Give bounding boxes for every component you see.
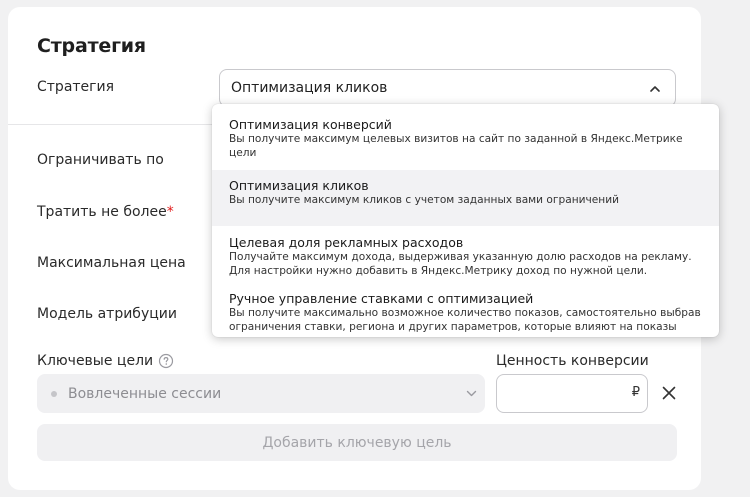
strategy-label: Стратегия xyxy=(37,79,115,95)
strategy-option-conversions[interactable]: Оптимизация конверсий Вы получите максим… xyxy=(212,117,719,167)
conversion-value-label: Ценность конверсии xyxy=(496,353,649,369)
option-desc: Вы получите максимум кликов с учетом зад… xyxy=(229,194,619,206)
conversion-value-input[interactable]: ₽ xyxy=(496,374,648,413)
spend-max-label: Тратить не более* xyxy=(37,204,174,220)
goal-dot-icon xyxy=(51,390,57,397)
option-title: Целевая доля рекламных расходов xyxy=(229,235,464,250)
key-goal-value: Вовлеченные сессии xyxy=(68,385,222,402)
chevron-down-icon xyxy=(466,390,477,397)
strategy-dropdown: Оптимизация конверсий Вы получите максим… xyxy=(212,104,719,337)
max-price-label: Максимальная цена xyxy=(37,255,186,271)
option-desc: Вы получите максимально возможное количе… xyxy=(229,307,701,333)
strategy-option-target-share[interactable]: Целевая доля рекламных расходов Получайт… xyxy=(212,235,719,285)
key-goals-label: Ключевые цели xyxy=(37,353,174,369)
add-key-goal-button[interactable]: Добавить ключевую цель xyxy=(37,424,677,461)
currency-sign: ₽ xyxy=(631,385,640,400)
option-desc: Вы получите максимум целевых визитов на … xyxy=(229,133,683,159)
help-icon[interactable] xyxy=(158,353,174,369)
option-title: Оптимизация конверсий xyxy=(229,117,392,132)
limit-by-label: Ограничивать по xyxy=(37,152,164,168)
strategy-option-clicks[interactable]: Оптимизация кликов Вы получите максимум … xyxy=(212,170,719,226)
attribution-label: Модель атрибуции xyxy=(37,306,177,322)
option-title: Оптимизация кликов xyxy=(229,178,369,193)
strategy-option-manual[interactable]: Ручное управление ставками с оптимизацие… xyxy=(212,291,719,337)
option-desc: Получайте максимум дохода, выдерживая ук… xyxy=(229,251,692,277)
divider xyxy=(8,124,221,125)
option-title: Ручное управление ставками с оптимизацие… xyxy=(229,291,534,306)
close-icon[interactable] xyxy=(662,386,676,400)
chevron-up-icon xyxy=(650,86,660,92)
card-title: Стратегия xyxy=(37,35,146,57)
strategy-select[interactable]: Оптимизация кликов xyxy=(219,69,676,107)
key-goal-select[interactable]: Вовлеченные сессии xyxy=(37,374,485,413)
required-mark: * xyxy=(166,204,174,220)
strategy-select-value: Оптимизация кликов xyxy=(231,80,388,96)
